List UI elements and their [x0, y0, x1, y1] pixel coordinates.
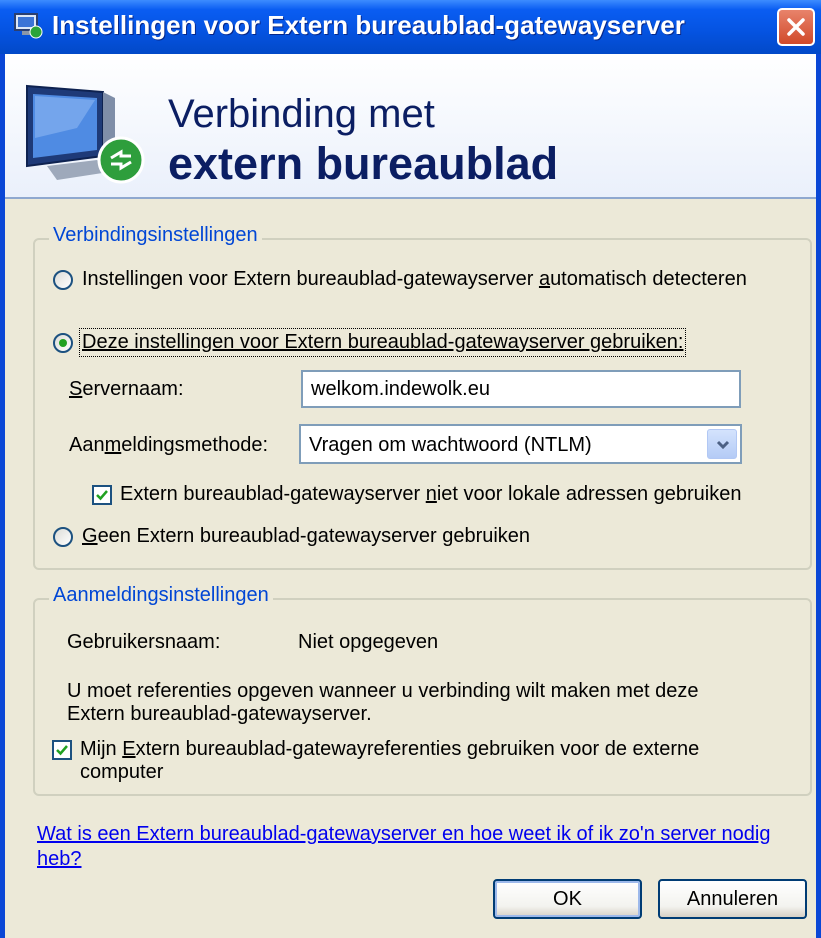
radio-use-settings-text: Deze instellingen voor Extern bureaublad… — [82, 331, 684, 353]
radio-selected-dot — [59, 339, 67, 347]
connection-settings-legend: Verbindingsinstellingen — [49, 224, 262, 247]
bypass-local-text-1: Extern bureaublad-gatewayserver — [120, 483, 426, 505]
checkmark-icon — [96, 490, 108, 501]
radio-no-gateway-label[interactable]: Geen Extern bureaublad-gatewayserver geb… — [82, 525, 530, 548]
reuse-credentials-checkbox[interactable] — [52, 740, 72, 760]
bypass-local-text-2: iet voor lokale adressen gebruiken — [436, 483, 742, 505]
radio-no-gateway-accesskey: G — [82, 525, 98, 547]
bypass-local-label[interactable]: Extern bureaublad-gatewayserver niet voo… — [120, 483, 742, 506]
banner-subtitle: Verbinding met — [168, 92, 435, 136]
checkmark-icon — [56, 745, 68, 756]
radio-auto-detect-text-2: utomatisch detecteren — [550, 268, 747, 290]
reuse-credentials-text-3: computer — [80, 761, 164, 783]
radio-no-gateway-text: een Extern bureaublad-gatewayserver gebr… — [97, 525, 531, 547]
credentials-info-line1: U moet referenties opgeven wanneer u ver… — [67, 680, 699, 702]
monitor-icon — [17, 78, 157, 188]
reuse-credentials-text-1: Mijn — [80, 738, 123, 760]
login-method-label-text-1: Aan — [69, 434, 105, 456]
remote-desktop-icon — [14, 13, 44, 39]
reuse-credentials-accesskey: E — [122, 738, 136, 760]
reuse-credentials-label[interactable]: Mijn Extern bureaublad-gatewayreferentie… — [80, 738, 699, 784]
login-method-select[interactable]: Vragen om wachtwoord (NTLM) — [299, 424, 742, 464]
username-label: Gebruikersnaam: — [67, 631, 221, 653]
server-name-accesskey: S — [69, 378, 83, 400]
username-value: Niet opgegeven — [298, 631, 439, 653]
header-banner: Verbinding met extern bureaublad — [5, 54, 816, 199]
title-bar[interactable]: Instellingen voor Extern bureaublad-gate… — [0, 0, 821, 54]
login-method-value: Vragen om wachtwoord (NTLM) — [309, 434, 592, 456]
server-name-label: Servernaam: — [69, 378, 184, 401]
close-icon — [787, 18, 805, 36]
ok-button[interactable]: OK — [493, 879, 642, 919]
radio-auto-detect-text-1: Instellingen voor Extern bureaublad-gate… — [82, 268, 539, 290]
banner-title: extern bureaublad — [168, 138, 559, 189]
chevron-down-icon — [716, 440, 730, 450]
login-method-label-text-2: eldingsmethode: — [121, 434, 269, 456]
close-button[interactable] — [777, 8, 815, 46]
radio-auto-detect-accesskey: a — [538, 268, 551, 290]
server-name-field[interactable] — [301, 370, 741, 408]
radio-use-settings-label[interactable]: Deze instellingen voor Extern bureaublad… — [78, 328, 687, 357]
radio-auto-detect[interactable] — [53, 270, 73, 290]
server-name-label-text: ervernaam: — [82, 378, 184, 400]
dialog-window: Instellingen voor Extern bureaublad-gate… — [0, 0, 821, 938]
credentials-info-line2: Extern bureaublad-gatewayserver. — [67, 703, 372, 725]
radio-no-gateway[interactable] — [53, 527, 73, 547]
help-link[interactable]: Wat is een Extern bureaublad-gatewayserv… — [37, 822, 797, 872]
radio-auto-detect-label[interactable]: Instellingen voor Extern bureaublad-gate… — [82, 268, 747, 291]
dropdown-button[interactable] — [707, 429, 737, 459]
bypass-local-checkbox[interactable] — [92, 485, 112, 505]
bypass-local-accesskey: n — [425, 483, 437, 505]
login-settings-legend: Aanmeldingsinstellingen — [49, 584, 273, 607]
window-title: Instellingen voor Extern bureaublad-gate… — [52, 10, 685, 40]
cancel-button[interactable]: Annuleren — [658, 879, 807, 919]
radio-use-settings[interactable] — [53, 333, 73, 353]
server-name-input[interactable] — [303, 372, 739, 406]
login-method-accesskey: m — [104, 434, 122, 456]
login-method-label: Aanmeldingsmethode: — [69, 434, 268, 457]
reuse-credentials-text-2: xtern bureaublad-gatewayreferenties gebr… — [135, 738, 700, 760]
